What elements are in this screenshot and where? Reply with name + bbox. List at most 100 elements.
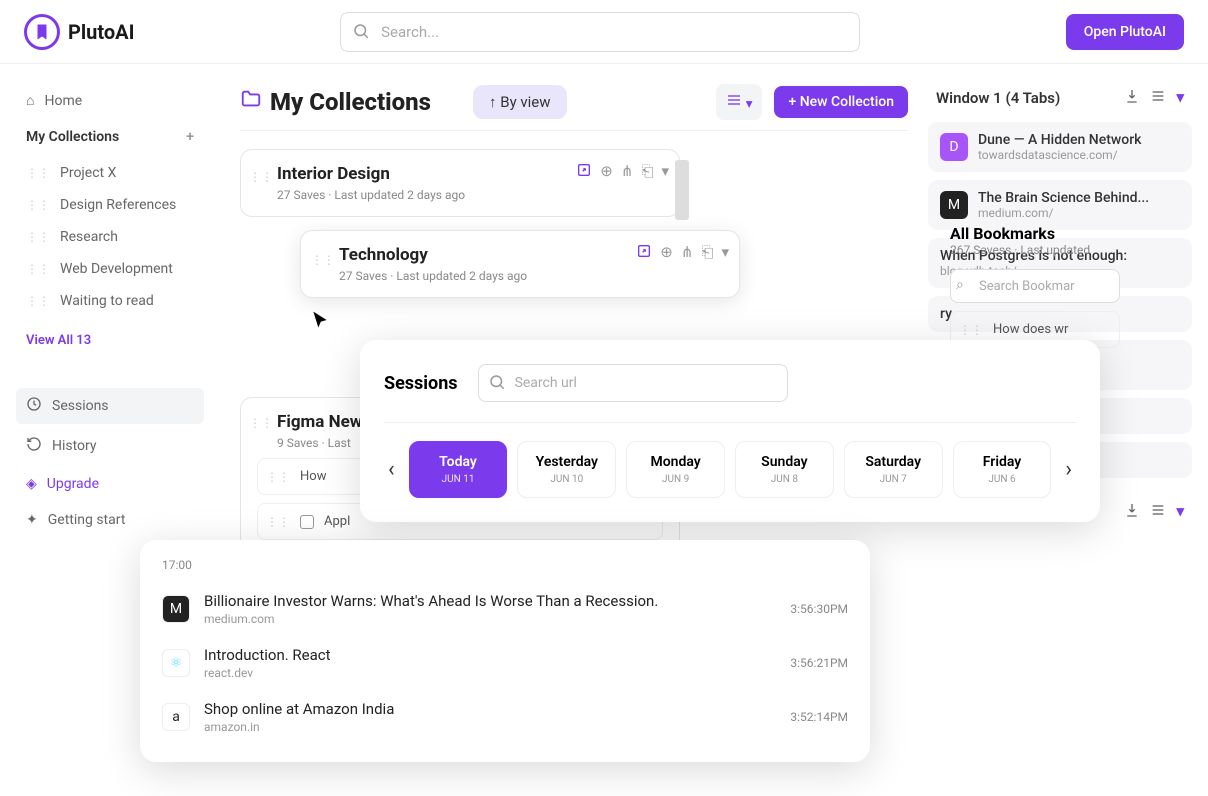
archive-icon[interactable]: ⎗ — [641, 162, 653, 182]
tab-item[interactable]: DDune — A Hidden Networktowardsdatascien… — [928, 122, 1192, 172]
scrollbar[interactable] — [675, 160, 689, 220]
floating-drag-card[interactable]: ⋮⋮ Technology 27 Saves · Last updated 2 … — [300, 230, 740, 298]
share-icon[interactable]: ⋔ — [621, 162, 634, 182]
list-icon[interactable] — [1150, 502, 1166, 522]
sessions-title: Sessions — [384, 373, 458, 394]
new-collection-label: New Collection — [800, 94, 894, 110]
add-icon[interactable]: ⊕ — [660, 243, 673, 263]
drag-handle-icon[interactable]: ⋮⋮ — [26, 230, 50, 244]
bookmark-item-text: How does wr — [993, 322, 1068, 337]
sidebar-collection-item[interactable]: ⋮⋮Project X — [16, 157, 204, 189]
history-row[interactable]: ⚛Introduction. Reactreact.dev3:56:21PM — [162, 636, 848, 690]
drag-handle-icon[interactable]: ⋮⋮ — [266, 470, 290, 484]
day-card[interactable]: TodayJUN 11 — [409, 441, 508, 498]
search-icon — [488, 373, 506, 395]
history-icon — [26, 436, 42, 456]
history-row[interactable]: aShop online at Amazon Indiaamazon.in3:5… — [162, 690, 848, 744]
open-plutoai-button[interactable]: Open PlutoAI — [1066, 14, 1184, 50]
nav-upgrade[interactable]: ◈ Upgrade — [16, 468, 204, 500]
download-icon[interactable] — [1124, 88, 1140, 108]
home-icon: ⌂ — [26, 92, 34, 109]
chevron-down-icon[interactable]: ▾ — [1176, 502, 1184, 522]
chevron-down-icon[interactable]: ▾ — [661, 162, 669, 182]
history-title: Billionaire Investor Warns: What's Ahead… — [204, 592, 776, 610]
list-icon[interactable] — [1150, 88, 1166, 108]
day-card[interactable]: Sunday JUN 8 — [735, 441, 834, 498]
view-options-button[interactable]: ▾ — [716, 84, 762, 120]
prev-arrow[interactable]: ‹ — [384, 457, 399, 482]
tab-title: Dune — A Hidden Network — [978, 132, 1180, 148]
archive-icon[interactable]: ⎗ — [701, 243, 713, 263]
history-row[interactable]: M Billionaire Investor Warns: What's Ahea… — [162, 582, 848, 636]
open-icon[interactable] — [576, 162, 592, 182]
all-bookmarks-panel: All Bookmarks 267 Savess · Last updated … — [950, 224, 1120, 348]
history-url: react.dev — [204, 666, 776, 680]
search-input[interactable] — [340, 12, 860, 52]
card-meta: 27 Saves · Last updated 2 days ago — [339, 269, 723, 283]
search-icon — [352, 22, 370, 44]
cursor-icon — [310, 310, 330, 334]
nav-history[interactable]: History — [16, 428, 204, 464]
drag-handle-icon[interactable]: ⋮⋮ — [311, 253, 335, 267]
collection-card-interior[interactable]: ⋮⋮ Interior Design 27 Saves · Last updat… — [240, 149, 680, 217]
sidebar-collection-item[interactable]: ⋮⋮ Research — [16, 221, 204, 253]
day-card[interactable]: YesterdayJUN 10 — [517, 441, 616, 498]
drag-handle-icon[interactable]: ⋮⋮ — [26, 166, 50, 180]
sidebar-collection-item[interactable]: ⋮⋮Waiting to read — [16, 285, 204, 317]
sidebar-collection-item[interactable]: ⋮⋮ Web Development — [16, 253, 204, 285]
add-collection-icon[interactable]: + — [186, 129, 194, 145]
tab-url: towardsdatascience.com/ — [978, 148, 1180, 162]
global-search[interactable] — [340, 12, 860, 52]
history-title: Introduction. React — [204, 646, 776, 664]
favicon: M — [940, 191, 968, 219]
day-label: Yesterday — [526, 454, 607, 470]
day-label: Today — [418, 454, 499, 470]
chevron-down-icon: ▾ — [746, 97, 753, 112]
nav-home[interactable]: ⌂ Home — [16, 84, 204, 117]
share-icon[interactable]: ⋔ — [681, 243, 694, 263]
page-title-text: My Collections — [270, 88, 431, 116]
chevron-down-icon[interactable]: ▾ — [1176, 88, 1184, 108]
nav-getting-started[interactable]: ✦ Getting start — [16, 504, 204, 536]
sessions-search[interactable] — [478, 364, 788, 402]
clock-icon — [26, 396, 42, 416]
history-time: 3:56:21PM — [790, 656, 848, 670]
window-title: Window 1 (4 Tabs) — [936, 89, 1060, 107]
history-time: 3:52:14PM — [790, 710, 848, 724]
drag-handle-icon[interactable]: ⋮⋮ — [26, 262, 50, 276]
drag-handle-icon[interactable]: ⋮⋮ — [266, 515, 290, 529]
logo[interactable]: PlutoAI — [24, 14, 134, 50]
drag-handle-icon[interactable]: ⋮⋮ — [249, 416, 273, 430]
all-bookmarks-title: All Bookmarks — [950, 224, 1120, 243]
sidebar-item-label: Web Development — [60, 261, 173, 277]
checkbox-icon[interactable] — [300, 515, 314, 529]
favicon: M — [162, 595, 190, 623]
next-arrow[interactable]: › — [1061, 457, 1076, 482]
sidebar-collection-item[interactable]: ⋮⋮Design References — [16, 189, 204, 221]
sidebar-item-label: Research — [60, 229, 118, 245]
open-icon[interactable] — [636, 243, 652, 263]
tab-item[interactable]: MThe Brain Science Behind...medium.com/ — [928, 180, 1192, 230]
day-date: JUN 6 — [962, 474, 1043, 485]
day-card[interactable]: MondayJUN 9 — [626, 441, 725, 498]
day-card[interactable]: SaturdayJUN 7 — [844, 441, 943, 498]
day-date: JUN 8 — [744, 474, 825, 485]
nav-sessions[interactable]: Sessions — [16, 388, 204, 424]
drag-handle-icon[interactable]: ⋮⋮ — [26, 198, 50, 212]
drag-handle-icon[interactable]: ⋮⋮ — [959, 323, 983, 337]
nav-upgrade-label: Upgrade — [47, 476, 99, 492]
day-label: Sunday — [744, 454, 825, 470]
drag-handle-icon[interactable]: ⋮⋮ — [26, 294, 50, 308]
new-collection-button[interactable]: + New Collection — [774, 86, 908, 118]
sort-by-view[interactable]: ↑ By view — [473, 85, 567, 119]
bookmark-search[interactable]: ⌕ — [950, 269, 1120, 303]
add-icon[interactable]: ⊕ — [600, 162, 613, 182]
bookmark-search-input[interactable] — [950, 269, 1120, 303]
chevron-down-icon[interactable]: ▾ — [721, 243, 729, 263]
time-label: 17:00 — [162, 558, 848, 572]
day-card[interactable]: FridayJUN 6 — [953, 441, 1052, 498]
download-icon[interactable] — [1124, 502, 1140, 522]
drag-handle-icon[interactable]: ⋮⋮ — [249, 170, 273, 184]
sessions-search-input[interactable] — [478, 364, 788, 402]
view-all-link[interactable]: View All 13 — [16, 321, 204, 360]
